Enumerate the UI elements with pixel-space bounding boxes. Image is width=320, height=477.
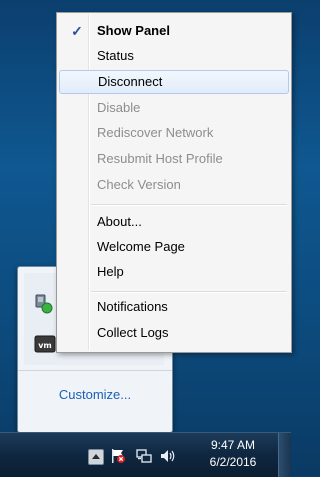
- menu-item-label: About...: [97, 214, 142, 229]
- menu-item-status[interactable]: Status: [59, 44, 289, 68]
- checkmark-icon: ✓: [71, 23, 83, 39]
- menu-item-label: Welcome Page: [97, 239, 185, 254]
- menu-item-label: Disconnect: [98, 74, 163, 89]
- menu-item-rediscover-network: Rediscover Network: [59, 121, 289, 145]
- context-menu: ✓ Show Panel Status Disconnect Disable R…: [56, 12, 292, 353]
- menu-item-resubmit-host-profile: Resubmit Host Profile: [59, 147, 289, 171]
- taskbar: 9:47 AM 6/2/2016: [0, 432, 291, 477]
- menu-item-show-panel[interactable]: ✓ Show Panel: [59, 19, 289, 43]
- clock-time: 9:47 AM: [210, 438, 256, 452]
- menu-item-label: Notifications: [97, 299, 168, 314]
- menu-item-label: Resubmit Host Profile: [97, 151, 223, 166]
- menu-separator: [91, 204, 287, 206]
- customize-link[interactable]: Customize...: [18, 387, 172, 402]
- action-center-flag-icon[interactable]: [110, 448, 126, 464]
- menu-item-about[interactable]: About...: [59, 210, 289, 234]
- menu-item-label: Disable: [97, 100, 141, 115]
- show-desktop-button[interactable]: [278, 433, 291, 477]
- menu-item-welcome-page[interactable]: Welcome Page: [59, 235, 289, 259]
- network-icon[interactable]: [136, 448, 152, 464]
- volume-icon[interactable]: [160, 448, 176, 464]
- menu-item-disconnect[interactable]: Disconnect: [59, 70, 289, 94]
- menu-item-label: Collect Logs: [97, 325, 169, 340]
- menu-item-label: Check Version: [97, 177, 181, 192]
- menu-separator: [91, 291, 287, 293]
- system-clock[interactable]: 9:47 AM 6/2/2016: [206, 437, 260, 471]
- menu-item-help[interactable]: Help: [59, 260, 289, 284]
- menu-item-label: Show Panel: [97, 23, 170, 38]
- menu-item-disable: Disable: [59, 96, 289, 120]
- svg-text:vm: vm: [38, 341, 52, 350]
- menu-item-collect-logs[interactable]: Collect Logs: [59, 321, 289, 345]
- menu-item-label: Help: [97, 264, 124, 279]
- clock-date: 6/2/2016: [209, 455, 257, 469]
- vm-icon[interactable]: vm: [34, 333, 56, 355]
- network-agent-icon[interactable]: [32, 293, 54, 315]
- show-hidden-icons-arrow-icon[interactable]: [88, 449, 104, 465]
- menu-item-check-version: Check Version: [59, 173, 289, 197]
- popup-divider: [18, 370, 172, 371]
- menu-item-label: Status: [97, 48, 134, 63]
- menu-item-notifications[interactable]: Notifications: [59, 295, 289, 319]
- menu-item-label: Rediscover Network: [97, 125, 214, 140]
